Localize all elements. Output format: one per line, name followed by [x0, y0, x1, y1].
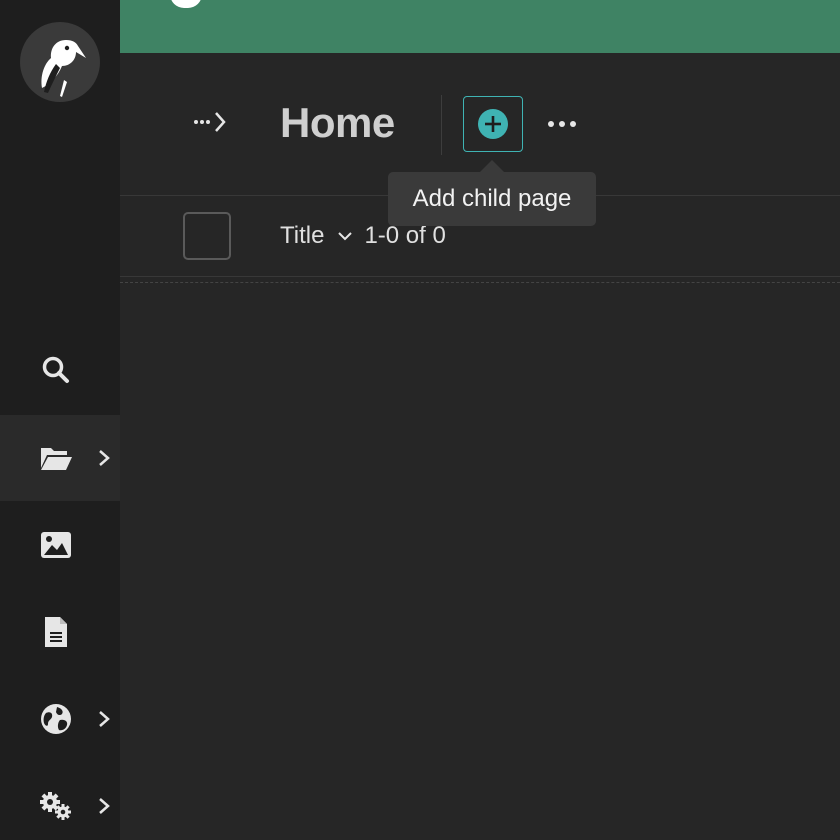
- chevron-right-icon: [96, 711, 112, 727]
- sidebar-item-pages[interactable]: [0, 415, 120, 501]
- sidebar-item-settings[interactable]: [0, 763, 120, 840]
- more-dots-icon: [548, 121, 576, 127]
- title-column-header[interactable]: Title 1-0 of 0: [280, 222, 446, 250]
- plus-circle-icon: [478, 109, 508, 139]
- select-all-checkbox[interactable]: [183, 212, 231, 260]
- result-count: 1-0 of 0: [364, 222, 446, 249]
- more-actions-button[interactable]: [544, 111, 580, 137]
- sidebar: [0, 0, 120, 840]
- banner-decoration: [170, 0, 202, 8]
- page-title: Home: [280, 99, 395, 146]
- breadcrumb-expand-icon: [194, 112, 226, 132]
- sidebar-item-search[interactable]: [0, 327, 120, 413]
- bird-logo-icon: [41, 40, 86, 97]
- search-icon: [38, 352, 74, 388]
- chevron-right-icon: [96, 450, 112, 466]
- cogs-icon: [38, 788, 74, 824]
- wagtail-logo[interactable]: [20, 22, 100, 102]
- sidebar-item-sites[interactable]: [0, 676, 120, 762]
- folder-open-icon: [38, 440, 74, 476]
- add-child-page-button[interactable]: [463, 96, 523, 152]
- header-divider: [441, 95, 442, 155]
- globe-icon: [38, 701, 74, 737]
- top-banner: [120, 0, 840, 53]
- sidebar-item-documents[interactable]: [0, 589, 120, 675]
- document-icon: [38, 614, 74, 650]
- sidebar-item-images[interactable]: [0, 502, 120, 588]
- image-icon: [38, 527, 74, 563]
- chevron-down-icon: [336, 227, 354, 245]
- chevron-right-icon: [96, 798, 112, 814]
- add-child-tooltip: Add child page: [388, 160, 596, 226]
- breadcrumb-toggle[interactable]: [192, 109, 230, 135]
- title-column-label: Title: [280, 222, 325, 249]
- listing-divider: [120, 282, 840, 283]
